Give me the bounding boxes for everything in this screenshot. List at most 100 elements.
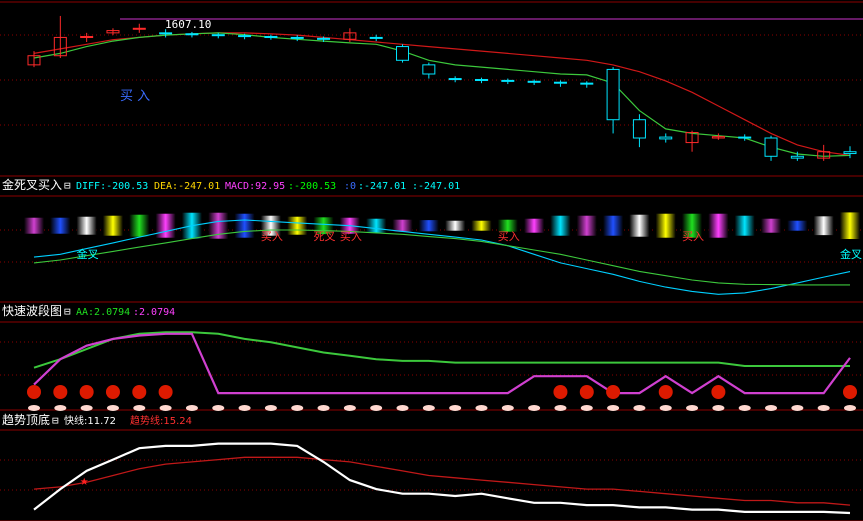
macd-extra-1: :-200.53	[288, 181, 336, 192]
macd-annotation: 金叉	[840, 247, 862, 261]
candle-body	[369, 36, 383, 39]
wave-dot-pink	[185, 405, 198, 411]
wave-dot-red	[105, 385, 120, 399]
wave-dot-pink	[422, 405, 435, 411]
chart-stage: 金叉买入 死叉 买入 买入 买入金叉 ★ 1607.10 买 入 金死叉买入 ⊟ DIF…	[0, 1, 863, 521]
wave-panel[interactable]	[27, 331, 857, 411]
macd-annotation: 金叉	[77, 247, 99, 261]
fast-line-label: 快线:11.72	[64, 414, 116, 427]
macd-bar	[524, 218, 545, 233]
candle-body	[738, 136, 752, 139]
wave-dot-pink	[449, 405, 462, 411]
candle-body	[264, 36, 278, 39]
candle-body	[132, 27, 146, 30]
wave-dot-red	[79, 385, 94, 399]
macd-bar	[50, 217, 71, 234]
wave-toggle-icon[interactable]: ⊟	[64, 305, 71, 318]
macd-bar	[734, 215, 755, 236]
candle-body	[553, 81, 567, 84]
macd-bar	[287, 216, 308, 235]
macd-bar	[550, 215, 571, 236]
wave-dot-pink	[133, 405, 146, 411]
macd-annotation: 买入	[261, 230, 283, 243]
ma-green-line	[33, 32, 851, 157]
macd-bar	[840, 212, 860, 240]
wave-green-line	[33, 331, 850, 369]
wave-dot-pink	[738, 405, 751, 411]
macd-bar	[418, 220, 439, 232]
wave-title: 快速波段图	[2, 303, 62, 318]
candle-body	[80, 36, 94, 39]
wave-dot-pink	[28, 405, 40, 411]
wave-dot-pink	[791, 405, 804, 411]
wave-dot-pink	[370, 405, 383, 411]
candle-body	[580, 82, 594, 85]
macd-panel[interactable]: 金叉买入 死叉 买入 买入 买入金叉	[24, 212, 862, 295]
macd-bar	[445, 220, 466, 231]
macd-bar	[155, 213, 176, 238]
star-icon: ★	[80, 473, 89, 489]
dea-label: DEA:-247.01	[154, 181, 220, 192]
wave-dot-red	[711, 385, 726, 399]
candle-body	[659, 136, 673, 140]
macd-bar	[813, 216, 834, 236]
aa-extra: :2.0794	[133, 307, 175, 318]
macd-annotation: 买入	[682, 230, 704, 243]
aa-label: AA:2.0794	[76, 307, 130, 318]
wave-dot-pink	[212, 405, 225, 411]
wave-dot-pink	[580, 405, 593, 411]
wave-dot-red	[27, 385, 41, 399]
macd-bar	[392, 219, 413, 232]
candle-body	[790, 155, 804, 159]
price-label: 1607.10	[165, 18, 211, 31]
candle-body	[290, 36, 304, 39]
main-panel[interactable]	[27, 15, 863, 161]
wave-dot-pink	[159, 405, 172, 411]
wave-dot-red	[606, 385, 621, 399]
candle-body	[843, 151, 857, 155]
wave-dot-red	[132, 385, 147, 399]
macd-annotation: 买入	[498, 230, 520, 243]
wave-dot-pink	[633, 405, 646, 411]
grid-layer	[0, 1, 863, 521]
macd-toggle-icon[interactable]: ⊟	[64, 179, 71, 192]
wave-dot-pink	[554, 405, 567, 411]
candle-body	[448, 78, 462, 81]
dea-line	[33, 229, 850, 286]
candle-body	[527, 80, 541, 83]
macd-bar	[24, 217, 44, 234]
candle-body	[211, 34, 225, 37]
wave-dot-pink	[238, 405, 251, 411]
wave-dot-red	[158, 385, 173, 399]
wave-dot-pink	[659, 405, 672, 411]
wave-dot-pink	[528, 405, 541, 411]
trend-line	[33, 456, 851, 506]
macd-extra-3: :-247.01	[358, 181, 406, 192]
macd-bar	[576, 215, 597, 236]
macd-bar	[629, 214, 650, 237]
wave-dot-pink	[80, 405, 93, 411]
wave-dot-pink	[106, 405, 119, 411]
macd-bar	[708, 213, 729, 238]
macd-bar	[234, 213, 255, 238]
macd-bar	[761, 218, 782, 233]
macd-bar	[76, 216, 97, 235]
trend-panel[interactable]: ★	[33, 442, 851, 515]
wave-dot-pink	[817, 405, 830, 411]
trend-toggle-icon[interactable]: ⊟	[52, 414, 59, 427]
trend-line-label: 趋势线:15.24	[130, 414, 192, 427]
wave-dot-pink	[396, 405, 409, 411]
macd-annotation: 死叉	[314, 230, 336, 243]
wave-dot-pink	[844, 405, 856, 411]
candle-body	[159, 32, 173, 35]
wave-dot-pink	[607, 405, 620, 411]
diff-label: DIFF:-200.53	[76, 181, 148, 192]
wave-dot-pink	[317, 405, 330, 411]
macd-label: MACD:92.95	[225, 181, 285, 192]
wave-dot-pink	[475, 405, 488, 411]
trend-title: 趋势顶底	[2, 412, 50, 427]
wave-dot-pink	[291, 405, 304, 411]
candle-body	[632, 119, 646, 139]
buy-label: 买 入	[120, 89, 150, 104]
candle-body	[396, 46, 410, 61]
